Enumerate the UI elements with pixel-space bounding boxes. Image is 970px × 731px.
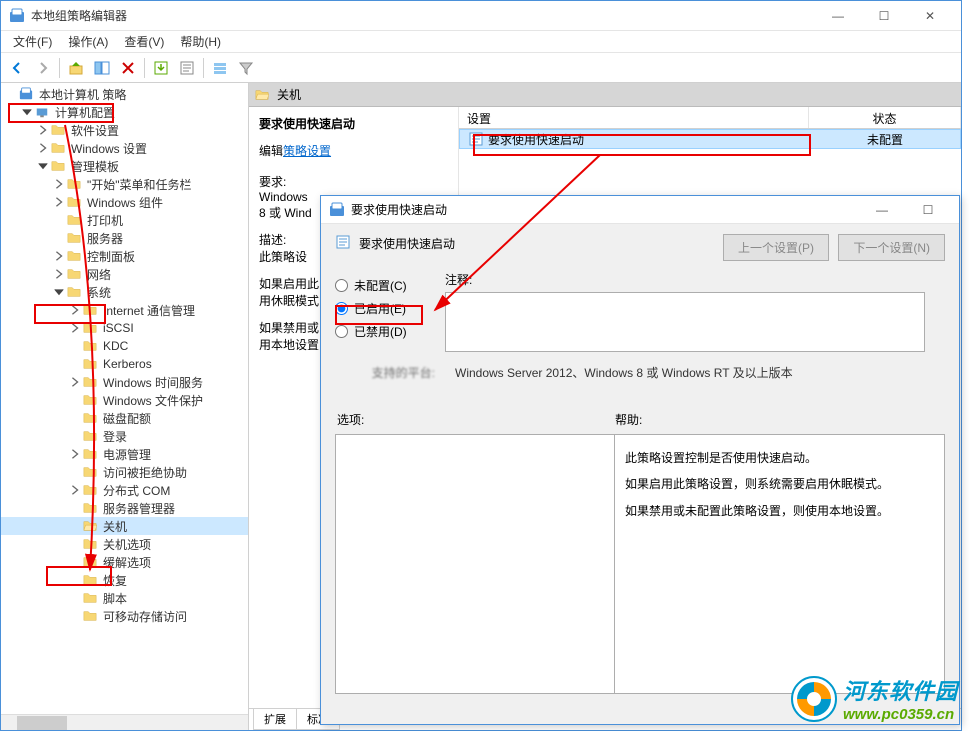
row-setting-label: 要求使用快速启动 <box>488 131 584 148</box>
right-header: 关机 <box>249 83 961 107</box>
tree-access-denied[interactable]: 访问被拒绝协助 <box>1 463 248 481</box>
tree-scripts[interactable]: 脚本 <box>1 589 248 607</box>
tab-extended[interactable]: 扩展 <box>253 709 297 730</box>
menubar: 文件(F) 操作(A) 查看(V) 帮助(H) <box>1 31 961 53</box>
toolbar <box>1 53 961 83</box>
tree-iscsi[interactable]: iSCSI <box>1 319 248 337</box>
tree-start-menu[interactable]: "开始"菜单和任务栏 <box>1 175 248 193</box>
policy-dialog: 要求使用快速启动 — ☐ 要求使用快速启动 上一个设置(P) 下一个设置(N) … <box>320 195 960 725</box>
tree-admin-templates[interactable]: 管理模板 <box>1 157 248 175</box>
platform-text: Windows Server 2012、Windows 8 或 Windows … <box>455 364 945 381</box>
delete-button[interactable] <box>116 56 140 80</box>
menu-file[interactable]: 文件(F) <box>5 31 60 52</box>
help-label: 帮助: <box>615 411 642 428</box>
watermark: 河东软件园 www.pc0359.cn <box>791 674 958 723</box>
tree-win-file-protect[interactable]: Windows 文件保护 <box>1 391 248 409</box>
dialog-title: 要求使用快速启动 <box>351 201 859 218</box>
tree-power-mgmt[interactable]: 电源管理 <box>1 445 248 463</box>
tree-win-components[interactable]: Windows 组件 <box>1 193 248 211</box>
tree-logon[interactable]: 登录 <box>1 427 248 445</box>
options-box <box>335 434 615 694</box>
back-button[interactable] <box>5 56 29 80</box>
filter-on-button[interactable] <box>234 56 258 80</box>
window-title: 本地组策略编辑器 <box>31 7 815 24</box>
tree-kerberos[interactable]: Kerberos <box>1 355 248 373</box>
tree-network[interactable]: 网络 <box>1 265 248 283</box>
minimize-button[interactable]: — <box>815 1 861 31</box>
tree-internet-comm[interactable]: Internet 通信管理 <box>1 301 248 319</box>
tree-server-manager[interactable]: 服务器管理器 <box>1 499 248 517</box>
tree-servers[interactable]: 服务器 <box>1 229 248 247</box>
right-header-title: 关机 <box>277 86 301 103</box>
up-button[interactable] <box>64 56 88 80</box>
list-row-fast-startup[interactable]: 要求使用快速启动 未配置 <box>459 129 961 149</box>
dialog-subtitle: 要求使用快速启动 <box>359 235 455 252</box>
watermark-name: 河东软件园 <box>843 674 958 706</box>
export-button[interactable] <box>149 56 173 80</box>
tree-software-settings[interactable]: 软件设置 <box>1 121 248 139</box>
forward-button[interactable] <box>31 56 55 80</box>
maximize-button[interactable]: ☐ <box>861 1 907 31</box>
tree-shutdown-options[interactable]: 关机选项 <box>1 535 248 553</box>
radio-disabled[interactable]: 已禁用(D) <box>335 323 435 340</box>
app-icon <box>9 8 25 24</box>
tree-disk-quota[interactable]: 磁盘配额 <box>1 409 248 427</box>
tree-windows-settings[interactable]: Windows 设置 <box>1 139 248 157</box>
tree-removable-storage[interactable]: 可移动存储访问 <box>1 607 248 625</box>
next-setting-button[interactable]: 下一个设置(N) <box>838 234 945 261</box>
tree-dcom[interactable]: 分布式 COM <box>1 481 248 499</box>
properties-button[interactable] <box>175 56 199 80</box>
tree-panel[interactable]: 本地计算机 策略 计算机配置 软件设置 Windows 设置 管理模板 "开始"… <box>1 83 249 730</box>
tree-recovery[interactable]: 恢复 <box>1 571 248 589</box>
col-setting[interactable]: 设置 <box>459 107 809 128</box>
dialog-titlebar: 要求使用快速启动 — ☐ <box>321 196 959 224</box>
tree-printers[interactable]: 打印机 <box>1 211 248 229</box>
filter-options-button[interactable] <box>208 56 232 80</box>
tree-win-time[interactable]: Windows 时间服务 <box>1 373 248 391</box>
tree-system[interactable]: 系统 <box>1 283 248 301</box>
tree-shutdown[interactable]: 关机 <box>1 517 248 535</box>
row-state-label: 未配置 <box>810 129 960 150</box>
comment-label: 注释: <box>445 271 472 288</box>
titlebar: 本地组策略编辑器 — ☐ ✕ <box>1 1 961 31</box>
watermark-logo-icon <box>791 676 837 722</box>
radio-unconfigured[interactable]: 未配置(C) <box>335 277 435 294</box>
radio-enabled[interactable]: 已启用(E) <box>335 300 435 317</box>
col-state[interactable]: 状态 <box>809 107 961 128</box>
dialog-subtitle-icon <box>335 234 353 252</box>
menu-view[interactable]: 查看(V) <box>116 31 172 52</box>
help-box: 此策略设置控制是否使用快速启动。 如果启用此策略设置，则系统需要启用休眠模式。 … <box>615 434 945 694</box>
close-button[interactable]: ✕ <box>907 1 953 31</box>
radio-group: 未配置(C) 已启用(E) 已禁用(D) <box>335 271 435 346</box>
tree-computer-config[interactable]: 计算机配置 <box>1 103 248 121</box>
dialog-minimize[interactable]: — <box>859 195 905 225</box>
menu-help[interactable]: 帮助(H) <box>172 31 229 52</box>
show-hide-tree-button[interactable] <box>90 56 114 80</box>
dialog-maximize[interactable]: ☐ <box>905 195 951 225</box>
watermark-url: www.pc0359.cn <box>843 706 958 723</box>
tree-root[interactable]: 本地计算机 策略 <box>1 85 248 103</box>
tree-scroll-h[interactable] <box>1 714 248 730</box>
dialog-icon <box>329 202 345 218</box>
tree-kdc[interactable]: KDC <box>1 337 248 355</box>
platform-label: 支持的平台: <box>335 364 435 381</box>
setting-icon <box>468 131 484 147</box>
policy-name: 要求使用快速启动 <box>259 115 448 132</box>
prev-setting-button[interactable]: 上一个设置(P) <box>723 234 829 261</box>
edit-policy-link[interactable]: 策略设置 <box>283 144 331 158</box>
list-header: 设置 状态 <box>459 107 961 129</box>
comment-textarea[interactable] <box>445 292 925 352</box>
tree-mitigation[interactable]: 缓解选项 <box>1 553 248 571</box>
menu-action[interactable]: 操作(A) <box>60 31 116 52</box>
tree-control-panel[interactable]: 控制面板 <box>1 247 248 265</box>
options-label: 选项: <box>335 411 615 428</box>
